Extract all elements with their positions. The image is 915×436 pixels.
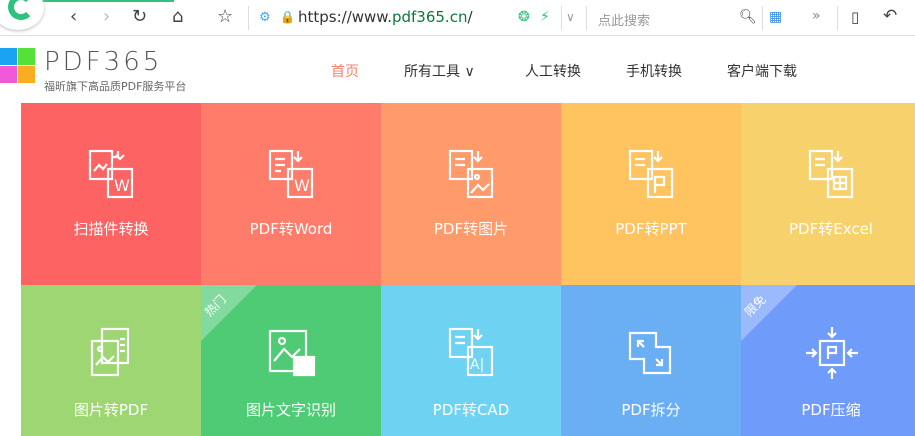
tool-label: PDF拆分 [621, 401, 681, 419]
search-icon[interactable]: 🔍︎ [739, 9, 757, 25]
dropdown-icon[interactable]: ∨ [566, 10, 575, 24]
url-prefix: https://www. [298, 8, 392, 26]
ocr-icon [268, 329, 316, 377]
divider [762, 6, 763, 30]
tool-tile[interactable]: W 扫描件转换 [21, 103, 201, 285]
phone-icon[interactable]: ▯ [851, 8, 859, 26]
browser-toolbar: ‹ › ↻ ⌂ ☆ ⚙ 🔒 https://www.pdf365.cn/ ❂ ⚡… [0, 0, 915, 36]
pdf-to-cad-icon: A| [448, 327, 494, 377]
tool-label: PDF压缩 [801, 401, 861, 419]
reload-icon[interactable]: ↻ [132, 6, 147, 27]
nav-manual-convert[interactable]: 人工转换 [525, 61, 581, 81]
tool-tile[interactable]: W PDF转Word [201, 103, 381, 285]
pdf-compress-icon [806, 327, 858, 379]
address-bar[interactable]: https://www.pdf365.cn/ [298, 8, 473, 26]
tool-tile[interactable]: PDF转Excel [741, 103, 915, 285]
tool-label: PDF转Excel [789, 220, 873, 238]
tool-label: PDF转Word [249, 220, 333, 238]
url-domain: pdf365.cn [391, 8, 468, 26]
logo-square [0, 48, 17, 65]
tool-tile[interactable]: 图片转PDF [21, 285, 201, 436]
tool-tile[interactable]: PDF拆分 [561, 285, 741, 436]
star-icon[interactable]: ☆ [217, 6, 233, 27]
tool-label: 图片转PDF [73, 401, 149, 419]
accelerate-icon[interactable]: ❂ [518, 9, 530, 25]
page-load-progress [40, 0, 174, 2]
divider [248, 6, 249, 30]
divider [561, 6, 562, 30]
logo-square [18, 66, 35, 83]
logo-square [0, 66, 17, 83]
tool-tile[interactable]: PDF压缩 限免 [741, 285, 915, 436]
divider [837, 6, 838, 30]
site-info-icon[interactable]: ⚙ [259, 10, 271, 25]
site-slogan: 福昕旗下高品质PDF服务平台 [44, 80, 187, 93]
site-logo-text[interactable]: PDF365 [44, 47, 162, 77]
tool-tile[interactable]: PDF转PPT [561, 103, 741, 285]
tool-tile[interactable]: PDF转图片 [381, 103, 561, 285]
lightning-icon[interactable]: ⚡ [540, 9, 550, 25]
pdf-to-ppt-icon [628, 149, 674, 199]
scan-to-word-icon: W [88, 149, 134, 199]
url-suffix: / [467, 8, 473, 26]
more-icon[interactable]: » [812, 8, 821, 24]
browser-logo-icon [0, 0, 44, 30]
pdf-to-word-icon: W [268, 149, 314, 199]
svg-text:W: W [114, 176, 130, 195]
tool-label: PDF转图片 [433, 220, 509, 238]
tool-label: 图片文字识别 [245, 401, 336, 419]
svg-text:A|: A| [470, 357, 484, 373]
pdf-to-image-icon [448, 149, 494, 199]
tool-label: 扫描件转换 [73, 220, 149, 238]
pdf-split-icon [628, 331, 672, 375]
nav-all-tools[interactable]: 所有工具 ∨ [404, 61, 475, 81]
nav-home[interactable]: 首页 [331, 61, 359, 81]
svg-text:W: W [294, 176, 310, 195]
image-to-pdf-icon [90, 327, 130, 377]
search-input[interactable]: 点此搜索 [598, 10, 650, 29]
forward-icon[interactable]: › [103, 6, 110, 27]
tool-tile[interactable]: 图片文字识别 热门 [201, 285, 381, 436]
back-icon[interactable]: ‹ [70, 6, 77, 27]
tool-label: PDF转CAD [432, 401, 510, 419]
lock-icon: 🔒 [280, 10, 295, 24]
nav-mobile-convert[interactable]: 手机转换 [626, 61, 682, 81]
tool-tile[interactable]: A| PDF转CAD [381, 285, 561, 436]
nav-client-download[interactable]: 客户端下载 [727, 61, 797, 81]
undo-icon[interactable]: ↶ [883, 6, 897, 26]
home-icon[interactable]: ⌂ [172, 6, 183, 27]
pdf-to-excel-icon [808, 149, 854, 199]
logo-square [18, 48, 35, 65]
apps-icon[interactable]: ▦ [769, 9, 782, 25]
divider [586, 6, 587, 30]
tool-label: PDF转PPT [615, 220, 687, 238]
